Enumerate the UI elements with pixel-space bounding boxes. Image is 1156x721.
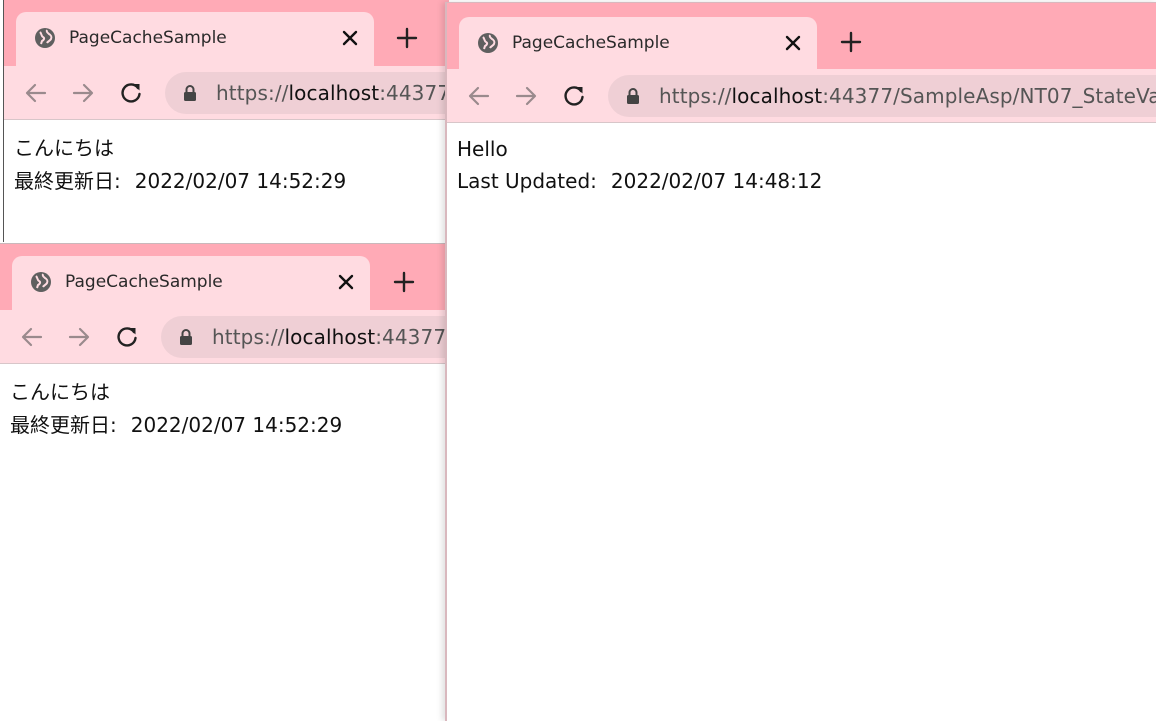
arrow-right-icon[interactable] xyxy=(70,80,96,106)
page-content: こんにちは 最終更新日: 2022/02/07 14:52:29 xyxy=(0,364,446,721)
last-updated-line: 最終更新日: 2022/02/07 14:52:29 xyxy=(10,409,342,438)
url-path: :44377/SampleAsp/NT07_StateVariables xyxy=(379,81,449,105)
arrow-left-icon[interactable] xyxy=(23,80,49,106)
toolbar: https://localhost:44377/SampleAsp/NT07_S… xyxy=(447,69,1156,123)
url-scheme: https:// xyxy=(659,84,732,108)
url-host: localhost xyxy=(288,81,380,105)
last-updated-label: 最終更新日: xyxy=(10,413,117,437)
toolbar: https://localhost:44377/SampleAsp/NT07_S… xyxy=(0,310,446,364)
address-bar[interactable]: https://localhost:44377/SampleAsp/NT07_S… xyxy=(608,75,1156,117)
lock-icon[interactable] xyxy=(183,85,197,101)
plus-icon[interactable] xyxy=(392,270,416,294)
reload-icon[interactable] xyxy=(118,80,144,106)
tab-page-cache-sample[interactable]: PageCacheSample xyxy=(16,12,374,66)
arrow-left-icon[interactable] xyxy=(466,83,492,109)
last-updated-value: 2022/02/07 14:52:29 xyxy=(130,413,343,437)
browser-window-bottom-left: PageCacheSample https://localhost:44377/… xyxy=(0,243,446,721)
toolbar: https://localhost:44377/SampleAsp/NT07_S… xyxy=(4,66,449,120)
last-updated-value: 2022/02/07 14:48:12 xyxy=(610,169,823,193)
greeting-text: Hello xyxy=(457,137,508,161)
arrow-right-icon[interactable] xyxy=(513,83,539,109)
url-text: https://localhost:44377/SampleAsp/NT07_S… xyxy=(216,81,449,105)
browser-window-right: PageCacheSample https://localhost:44377/… xyxy=(445,2,1156,721)
url-scheme: https:// xyxy=(212,325,285,349)
plus-icon[interactable] xyxy=(839,30,863,54)
last-updated-line: Last Updated: 2022/02/07 14:48:12 xyxy=(457,169,822,193)
reload-icon[interactable] xyxy=(561,83,587,109)
last-updated-label: Last Updated: xyxy=(457,169,597,193)
url-path: :44377/SampleAsp/NT07_StateVariables xyxy=(375,325,446,349)
url-path: :44377/SampleAsp/NT07_StateVariab xyxy=(822,84,1156,108)
plus-icon[interactable] xyxy=(395,26,419,50)
tab-title: PageCacheSample xyxy=(512,33,670,53)
page-content: Hello Last Updated: 2022/02/07 14:48:12 xyxy=(447,123,1156,721)
tab-strip: PageCacheSample xyxy=(4,0,449,66)
greeting-text: こんにちは xyxy=(14,136,114,160)
url-text: https://localhost:44377/SampleAsp/NT07_S… xyxy=(659,84,1156,108)
tab-title: PageCacheSample xyxy=(65,272,223,292)
tab-title: PageCacheSample xyxy=(69,28,227,48)
tab-page-cache-sample[interactable]: PageCacheSample xyxy=(12,256,370,310)
url-host: localhost xyxy=(731,84,823,108)
last-updated-line: 最終更新日: 2022/02/07 14:52:29 xyxy=(14,165,346,194)
reload-icon[interactable] xyxy=(114,324,140,350)
arrow-right-icon[interactable] xyxy=(66,324,92,350)
url-host: localhost xyxy=(284,325,376,349)
close-icon[interactable] xyxy=(784,34,802,52)
arrow-left-icon[interactable] xyxy=(19,324,45,350)
close-icon[interactable] xyxy=(341,29,359,47)
last-updated-label: 最終更新日: xyxy=(14,169,121,193)
tab-page-cache-sample[interactable]: PageCacheSample xyxy=(459,17,817,71)
page-content: こんにちは 最終更新日: 2022/02/07 14:52:29 xyxy=(4,120,449,242)
url-scheme: https:// xyxy=(216,81,289,105)
browser-window-top-left: PageCacheSample https://localhost:44377/… xyxy=(3,0,449,242)
tab-strip: PageCacheSample xyxy=(0,244,446,310)
address-bar[interactable]: https://localhost:44377/SampleAsp/NT07_S… xyxy=(165,72,449,114)
address-bar[interactable]: https://localhost:44377/SampleAsp/NT07_S… xyxy=(161,316,446,358)
last-updated-value: 2022/02/07 14:52:29 xyxy=(134,169,347,193)
lock-icon[interactable] xyxy=(626,88,640,104)
tab-strip: PageCacheSample xyxy=(447,3,1156,71)
globe-icon xyxy=(29,270,53,294)
url-text: https://localhost:44377/SampleAsp/NT07_S… xyxy=(212,325,446,349)
globe-icon xyxy=(476,31,500,55)
close-icon[interactable] xyxy=(337,273,355,291)
greeting-text: こんにちは xyxy=(10,380,110,404)
lock-icon[interactable] xyxy=(179,329,193,345)
globe-icon xyxy=(33,26,57,50)
